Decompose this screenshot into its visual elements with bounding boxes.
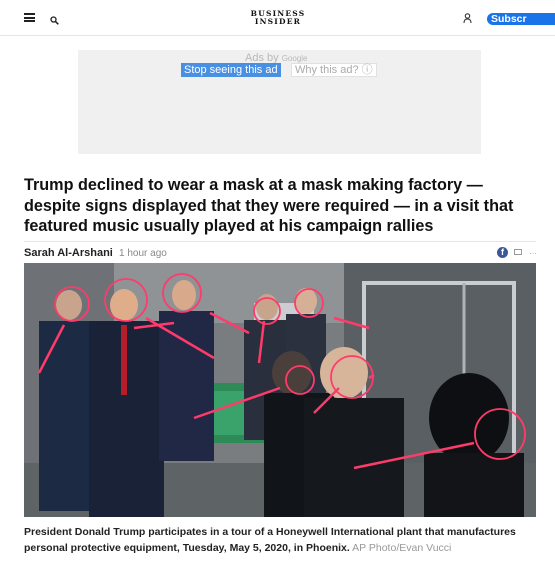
email-share-icon[interactable] <box>514 249 522 255</box>
publish-time: 1 hour ago <box>119 248 167 259</box>
author-link[interactable]: Sarah Al-Arshani <box>24 247 113 259</box>
photo-credit: AP Photo/Evan Vucci <box>352 542 452 554</box>
site-logo[interactable]: BUSINESS INSIDER <box>238 10 318 26</box>
photo-illustration <box>24 263 536 517</box>
site-header: BUSINESS INSIDER Subscr <box>0 0 555 36</box>
ads-by-google: Google <box>281 54 308 63</box>
more-share-icon[interactable]: … <box>529 247 537 256</box>
byline-divider <box>24 241 536 242</box>
menu-icon[interactable] <box>24 13 35 22</box>
ad-slot: Ads by Google Stop seeing this ad Why th… <box>78 50 481 154</box>
byline: Sarah Al-Arshani 1 hour ago f … <box>24 243 537 263</box>
user-icon[interactable] <box>463 13 472 24</box>
facebook-share-icon[interactable]: f <box>497 247 508 258</box>
article-headline: Trump declined to wear a mask at a mask … <box>24 176 514 235</box>
logo-line-2: INSIDER <box>254 17 302 26</box>
search-icon[interactable] <box>50 16 59 25</box>
photo-caption: President Donald Trump participates in a… <box>24 524 536 556</box>
subscribe-button[interactable]: Subscr <box>487 13 555 25</box>
article-photo <box>24 263 536 517</box>
why-this-ad-button[interactable]: Why this ad? ⓘ <box>291 63 377 77</box>
stop-seeing-ad-button[interactable]: Stop seeing this ad <box>181 63 281 77</box>
